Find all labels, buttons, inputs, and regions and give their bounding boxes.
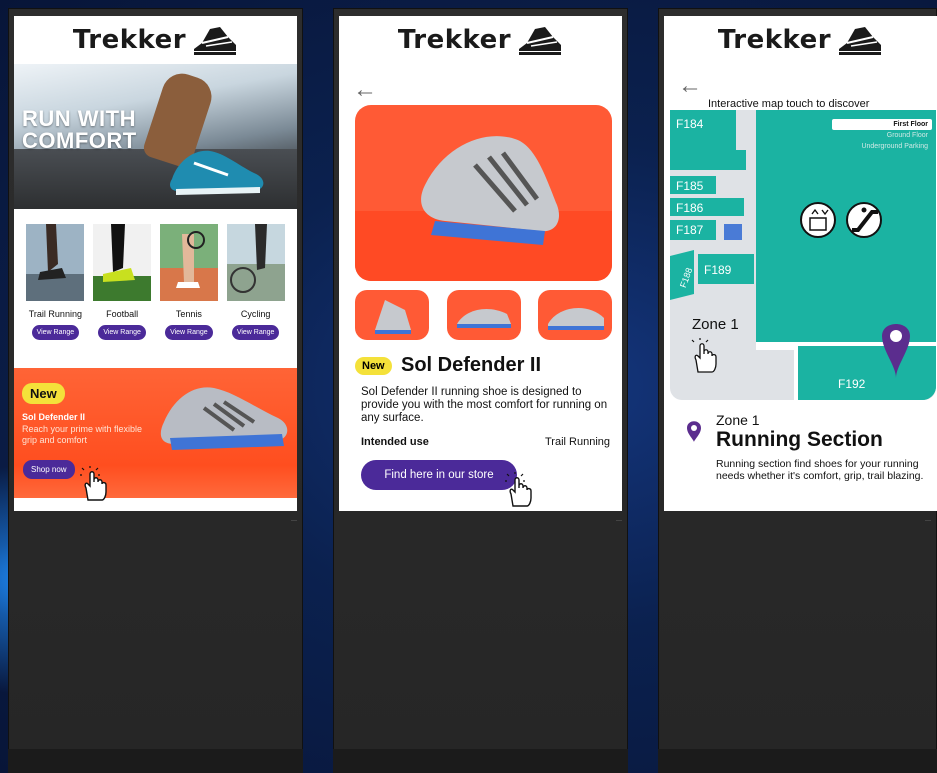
map-caption: Interactive map touch to discover bbox=[708, 98, 870, 110]
new-badge: New bbox=[355, 357, 392, 375]
product-shoe-image bbox=[421, 136, 560, 245]
room-label-f185: F185 bbox=[676, 179, 704, 193]
lift-icon bbox=[800, 202, 836, 238]
tennis-image bbox=[159, 224, 218, 301]
product-thumbnail[interactable] bbox=[538, 290, 612, 340]
product-thumbnails bbox=[355, 290, 612, 340]
view-range-button[interactable]: View Range bbox=[31, 325, 80, 340]
location-pin-icon bbox=[687, 421, 701, 442]
trail-running-image bbox=[26, 224, 85, 301]
room-label-f189: F189 bbox=[704, 263, 732, 277]
kiosk-home-screen: Trekker RUN WITH COMFORT Trail Running V… bbox=[14, 16, 297, 511]
floor-selector: First Floor Ground Floor Underground Par… bbox=[832, 119, 932, 152]
category-list: Trail Running View Range Football View R… bbox=[14, 224, 297, 340]
product-main-image bbox=[355, 105, 612, 281]
view-range-button[interactable]: View Range bbox=[98, 325, 146, 340]
hero-sneaker-image bbox=[170, 150, 264, 195]
cycling-image bbox=[226, 224, 285, 301]
view-range-button[interactable]: View Range bbox=[165, 325, 213, 340]
kiosk-product-screen: Trekker ← New Sol Defender II Sol Defend… bbox=[339, 16, 622, 511]
section-description: Running section find shoes for your runn… bbox=[716, 458, 924, 482]
room-label-f186: F186 bbox=[676, 201, 704, 215]
intended-use-value: Trail Running bbox=[544, 436, 610, 448]
room-label-f187: F187 bbox=[676, 223, 704, 237]
brand-logo-text: Trekker bbox=[72, 25, 187, 55]
shoe-logo-icon bbox=[839, 27, 882, 55]
zone-title: Zone 1 bbox=[716, 412, 760, 428]
category-tennis[interactable]: Tennis View Range bbox=[159, 224, 219, 340]
promo-subtitle: Reach your prime with flexible grip and … bbox=[22, 424, 143, 445]
find-in-store-button[interactable]: Find here in our store bbox=[361, 460, 517, 490]
category-trail-running[interactable]: Trail Running View Range bbox=[25, 224, 85, 340]
back-arrow-icon[interactable]: ← bbox=[353, 76, 377, 104]
product-name: Sol Defender II bbox=[401, 354, 542, 376]
brand-logo-text: Trekker bbox=[397, 25, 512, 55]
intended-use-label: Intended use bbox=[361, 436, 429, 448]
store-map[interactable]: F184 F185 F186 F187 F188 F189 F192 bbox=[670, 110, 936, 400]
kiosk-map: Trekker ← Interactive map touch to disco… bbox=[658, 8, 937, 773]
tap-hand-icon bbox=[505, 472, 532, 507]
category-label: Trail Running bbox=[28, 309, 82, 319]
category-label: Cycling bbox=[240, 309, 271, 319]
football-image bbox=[93, 224, 152, 301]
floor-ground[interactable]: Ground Floor bbox=[832, 130, 932, 141]
kiosk-map-screen: Trekker ← Interactive map touch to disco… bbox=[664, 16, 937, 511]
section-title: Running Section bbox=[716, 428, 883, 451]
category-label: Tennis bbox=[175, 309, 202, 319]
promo-banner[interactable]: New Sol Defender II Reach your prime wit… bbox=[14, 368, 297, 501]
header: Trekker bbox=[664, 16, 937, 64]
tap-hand-icon bbox=[80, 466, 107, 501]
shop-now-button[interactable]: Shop now bbox=[23, 460, 75, 479]
floor-underground[interactable]: Underground Parking bbox=[832, 141, 932, 152]
room-label-f184: F184 bbox=[676, 117, 704, 131]
hero-banner[interactable]: RUN WITH COMFORT bbox=[14, 64, 297, 209]
category-football[interactable]: Football View Range bbox=[92, 224, 152, 340]
view-range-button[interactable]: View Range bbox=[231, 325, 280, 340]
product-description: Sol Defender II running shoe is designed… bbox=[361, 386, 608, 424]
product-thumbnail[interactable] bbox=[446, 290, 521, 340]
promo-shoe-image bbox=[160, 387, 288, 450]
new-badge: New bbox=[22, 383, 65, 404]
category-cycling[interactable]: Cycling View Range bbox=[226, 224, 286, 340]
header: Trekker bbox=[14, 16, 297, 64]
kiosk-home: Trekker RUN WITH COMFORT Trail Running V… bbox=[8, 8, 303, 773]
floor-first[interactable]: First Floor bbox=[832, 119, 932, 130]
room-label-f192: F192 bbox=[838, 377, 866, 391]
product-thumbnail[interactable] bbox=[355, 290, 429, 340]
zone-label-on-map: Zone 1 bbox=[692, 316, 739, 333]
brand-logo-text: Trekker bbox=[717, 25, 832, 55]
promo-title: Sol Defender II bbox=[22, 412, 86, 422]
back-arrow-icon[interactable]: ← bbox=[678, 72, 702, 100]
room-f187-annex bbox=[724, 224, 742, 240]
hero-title: RUN WITH COMFORT bbox=[22, 106, 137, 153]
shoe-logo-icon bbox=[194, 27, 237, 55]
category-label: Football bbox=[106, 309, 139, 319]
header: Trekker bbox=[339, 16, 622, 64]
kiosk-product: Trekker ← New Sol Defender II Sol Defend… bbox=[333, 8, 628, 773]
shoe-logo-icon bbox=[519, 27, 562, 55]
